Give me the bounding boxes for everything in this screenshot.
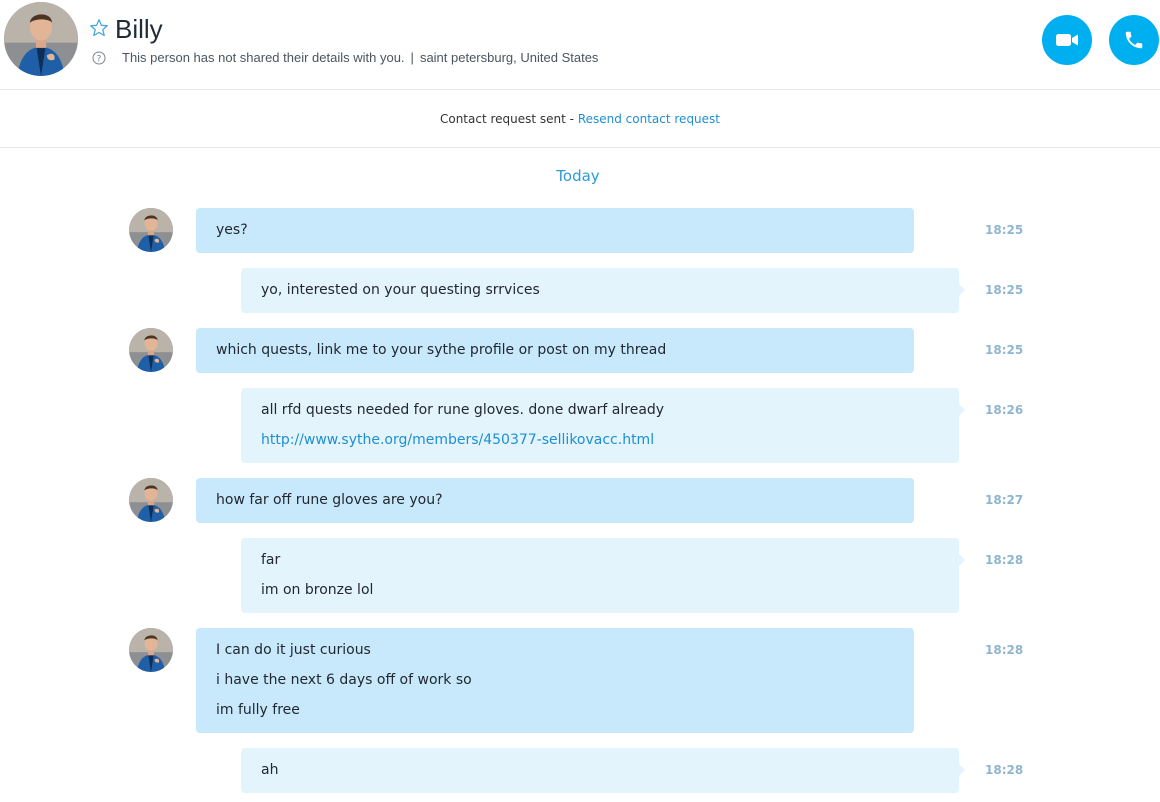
message-avatar[interactable] (129, 208, 173, 252)
video-camera-icon (1056, 34, 1078, 46)
video-call-button[interactable] (1042, 15, 1092, 65)
incoming-message-bubble[interactable]: yes? (196, 208, 914, 253)
message-text: how far off rune gloves are you? (216, 492, 443, 508)
message-text: yo, interested on your questing srrvices (261, 282, 540, 298)
message-timestamp: 18:28 (985, 643, 1024, 657)
message-timestamp: 18:27 (985, 493, 1024, 507)
resend-request-link[interactable]: Resend contact request (578, 112, 720, 126)
message-text: im on bronze lol (261, 582, 374, 598)
message-timestamp: 18:25 (985, 343, 1024, 357)
contact-details-status: This person has not shared their details… (122, 50, 405, 65)
subtitle-separator: | (410, 50, 414, 65)
message-timestamp: 18:26 (985, 403, 1024, 417)
message-timestamp: 18:28 (985, 553, 1024, 567)
message-text: all rfd quests needed for rune gloves. d… (261, 402, 665, 418)
incoming-message-bubble[interactable]: how far off rune gloves are you? (196, 478, 914, 523)
star-outline-icon[interactable] (89, 18, 109, 38)
day-separator: Today (556, 167, 600, 185)
message-avatar-image (129, 328, 173, 372)
svg-text:?: ? (97, 54, 102, 64)
message-avatar-image (129, 208, 173, 252)
phone-icon (1125, 31, 1143, 49)
contact-location: saint petersburg, United States (419, 50, 599, 65)
outgoing-message-bubble[interactable]: all rfd quests needed for rune gloves. d… (241, 388, 965, 463)
message-text: which quests, link me to your sythe prof… (216, 342, 667, 358)
message-text: yes? (216, 222, 248, 238)
audio-call-button[interactable] (1109, 15, 1159, 65)
contact-name: Billy (115, 14, 163, 44)
outgoing-message-bubble[interactable]: far im on bronze lol (241, 538, 965, 613)
conversation-header: Billy ? This person has not shared their… (0, 0, 1160, 90)
message-link[interactable]: http://www.sythe.org/members/450377-sell… (261, 425, 939, 455)
message-text: far (261, 552, 281, 568)
message-timestamp: 18:28 (985, 763, 1024, 777)
message-avatar-image (129, 478, 173, 522)
contact-request-bar: Contact request sent - Resend contact re… (0, 90, 1160, 148)
message-avatar[interactable] (129, 328, 173, 372)
message-avatar-image (129, 628, 173, 672)
message-text: im fully free (216, 702, 300, 718)
message-text: I can do it just curious (216, 642, 371, 658)
question-circle-icon: ? (92, 51, 106, 65)
message-timestamp: 18:25 (985, 283, 1024, 297)
incoming-message-bubble[interactable]: which quests, link me to your sythe prof… (196, 328, 914, 373)
message-avatar[interactable] (129, 628, 173, 672)
contact-avatar[interactable] (4, 2, 78, 76)
message-text: i have the next 6 days off of work so (216, 672, 472, 688)
message-text: ah (261, 762, 279, 778)
incoming-message-bubble[interactable]: I can do it just curious i have the next … (196, 628, 914, 733)
message-timestamp: 18:25 (985, 223, 1024, 237)
contact-avatar-image (4, 2, 78, 76)
request-status-text: Contact request sent - (439, 112, 578, 126)
message-avatar[interactable] (129, 478, 173, 522)
outgoing-message-bubble[interactable]: yo, interested on your questing srrvices (241, 268, 965, 313)
contact-subtitle: This person has not shared their details… (122, 50, 598, 66)
outgoing-message-bubble[interactable]: ah (241, 748, 965, 793)
